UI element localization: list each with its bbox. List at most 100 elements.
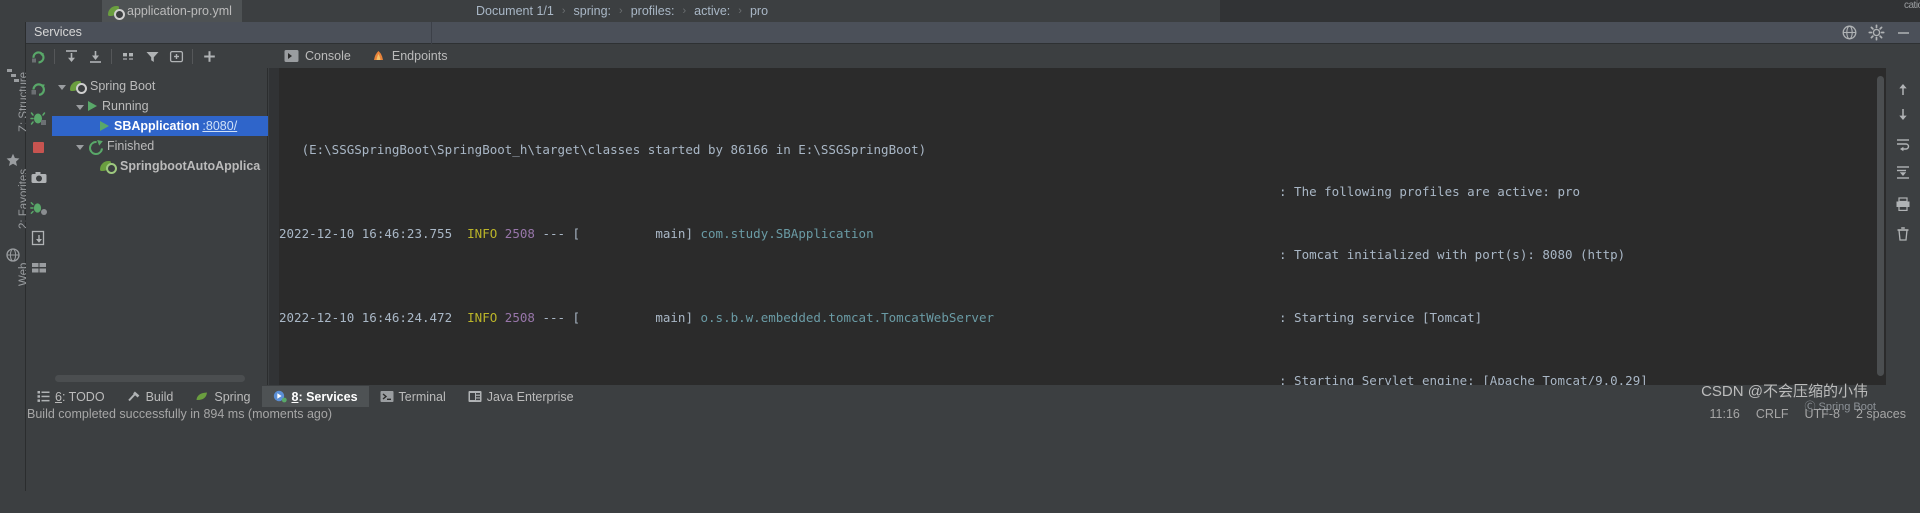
rerun-icon[interactable] (26, 45, 50, 67)
chevron-right-icon: › (738, 5, 742, 17)
tool-tab-todo-mnemonic: 6 (55, 389, 62, 404)
collapse-all-icon[interactable] (83, 45, 107, 67)
services-icon (273, 390, 287, 403)
status-line-separator[interactable]: CRLF (1756, 407, 1789, 421)
console-action-rail (1886, 68, 1920, 388)
build-hammer-icon (127, 390, 141, 403)
editor-strip-right-bg (1220, 0, 1920, 22)
chevron-right-icon: › (561, 5, 566, 17)
tab-endpoints[interactable]: Endpoints (371, 44, 448, 68)
chevron-right-icon: › (682, 5, 687, 17)
tool-tab-terminal-label: Terminal (398, 389, 446, 404)
tree-node-sbapplication-label: SBApplication (114, 119, 200, 133)
tree-node-finished-label: Finished (107, 139, 155, 153)
soft-wrap-icon[interactable] (1895, 136, 1911, 152)
services-tree: Spring Boot Running SBApplication :8080/… (52, 68, 268, 388)
spring-leaf-icon (100, 159, 117, 174)
tool-tab-java-enterprise-label: Java Enterprise (486, 389, 574, 404)
toolbar-separator (54, 48, 55, 64)
watermark-subtext: Ⓒ Spring Boot (1804, 401, 1876, 413)
chevron-down-icon[interactable] (58, 84, 66, 90)
tree-node-springbootautoapp[interactable]: SpringbootAutoApplica (52, 156, 268, 176)
breadcrumb-item-3[interactable]: active: (694, 4, 730, 18)
tree-node-springbootautoapp-label: SpringbootAutoApplica (120, 159, 261, 173)
services-tool-window-header: Services (26, 22, 1920, 44)
content-tab-row: Console Endpoints (268, 44, 1920, 68)
breadcrumb: Document 1/1 › spring: › profiles: › act… (476, 0, 768, 22)
tree-node-finished[interactable]: Finished (52, 136, 268, 156)
console-vertical-scrollbar[interactable] (1877, 76, 1884, 376)
chevron-down-icon[interactable] (76, 144, 84, 150)
status-bar: Build completed successfully in 894 ms (… (0, 404, 1920, 426)
java-enterprise-icon (468, 390, 482, 403)
chevron-right-icon: › (619, 5, 623, 17)
tree-horizontal-scrollbar[interactable] (55, 375, 245, 382)
toolbar-separator (192, 48, 193, 64)
scroll-to-end-icon[interactable] (1895, 164, 1911, 180)
clear-all-icon[interactable] (1895, 226, 1911, 242)
right-sidebar-vertical-label: cation (1904, 0, 1920, 11)
console-messages: : The following profiles are active: pro… (1279, 184, 1648, 388)
scroll-up-icon[interactable] (1895, 82, 1911, 98)
add-service-icon[interactable] (197, 45, 221, 67)
tab-console[interactable]: Console (284, 44, 351, 68)
tool-tab-build-label: Build (145, 389, 174, 404)
export-icon[interactable] (30, 229, 48, 247)
editor-file-tab-label: application-pro.yml (127, 4, 232, 18)
spring-leaf-icon (108, 4, 125, 20)
header-divider (431, 22, 432, 44)
expand-all-icon[interactable] (59, 45, 83, 67)
toolbar-separator (111, 48, 112, 64)
star-icon[interactable] (5, 152, 21, 168)
tree-node-spring-boot-label: Spring Boot (90, 79, 156, 93)
tool-tab-services-label: : Services (298, 389, 358, 404)
camera-icon[interactable] (30, 169, 48, 187)
terminal-icon (380, 390, 394, 403)
run-action-gutter (26, 66, 52, 388)
breadcrumb-item-2[interactable]: profiles: (631, 4, 675, 18)
tool-tab-spring-label: Spring (214, 389, 251, 404)
settings-globe-icon[interactable] (1841, 24, 1858, 41)
editor-tab-strip (0, 0, 1920, 22)
play-icon (100, 121, 109, 131)
scroll-down-icon[interactable] (1895, 106, 1911, 122)
chevron-down-icon[interactable] (76, 104, 84, 110)
breadcrumb-item-4[interactable]: pro (750, 4, 768, 18)
play-icon (88, 101, 97, 111)
idea-window: application-pro.yml Document 1/1 › sprin… (0, 0, 1920, 513)
tree-node-running-label: Running (102, 99, 149, 113)
tree-node-sbapplication[interactable]: SBApplication :8080/ (52, 116, 268, 136)
tree-node-spring-boot[interactable]: Spring Boot (52, 76, 268, 96)
bug-settings-icon[interactable] (30, 199, 48, 217)
web-globe-icon[interactable] (5, 247, 21, 263)
rerun-green-icon[interactable] (30, 79, 48, 97)
console-panel: (E:\SSGSpringBoot\SpringBoot_h\target\cl… (269, 68, 1920, 388)
console-gutter (269, 68, 279, 388)
sbapplication-port-link[interactable]: :8080/ (202, 119, 237, 133)
breadcrumb-item-0[interactable]: Document 1/1 (476, 4, 554, 18)
print-icon[interactable] (1895, 196, 1911, 212)
tool-tab-todo-label: : TODO (61, 389, 105, 404)
debug-icon[interactable] (30, 109, 48, 127)
group-icon[interactable] (116, 45, 140, 67)
breadcrumb-item-1[interactable]: spring: (574, 4, 612, 18)
status-message: Build completed successfully in 894 ms (… (27, 407, 332, 421)
tree-node-running[interactable]: Running (52, 96, 268, 116)
layout-icon[interactable] (30, 259, 48, 277)
gear-icon[interactable] (1868, 24, 1885, 41)
todo-icon (37, 390, 50, 403)
spring-leaf-icon (195, 390, 209, 403)
spring-leaf-icon (70, 79, 87, 94)
filter-icon[interactable] (140, 45, 164, 67)
editor-file-tab[interactable]: application-pro.yml (102, 0, 242, 22)
console-icon (284, 49, 299, 63)
show-options-icon[interactable] (164, 45, 188, 67)
services-tree-toolbar (26, 44, 268, 68)
status-caret-position[interactable]: 11:16 (1710, 407, 1740, 421)
tab-endpoints-label: Endpoints (391, 49, 448, 63)
endpoints-icon (371, 49, 386, 63)
rerun-icon (88, 139, 102, 153)
page-title: Services (34, 25, 82, 39)
stop-icon[interactable] (30, 139, 48, 157)
minimize-icon[interactable] (1895, 24, 1912, 41)
